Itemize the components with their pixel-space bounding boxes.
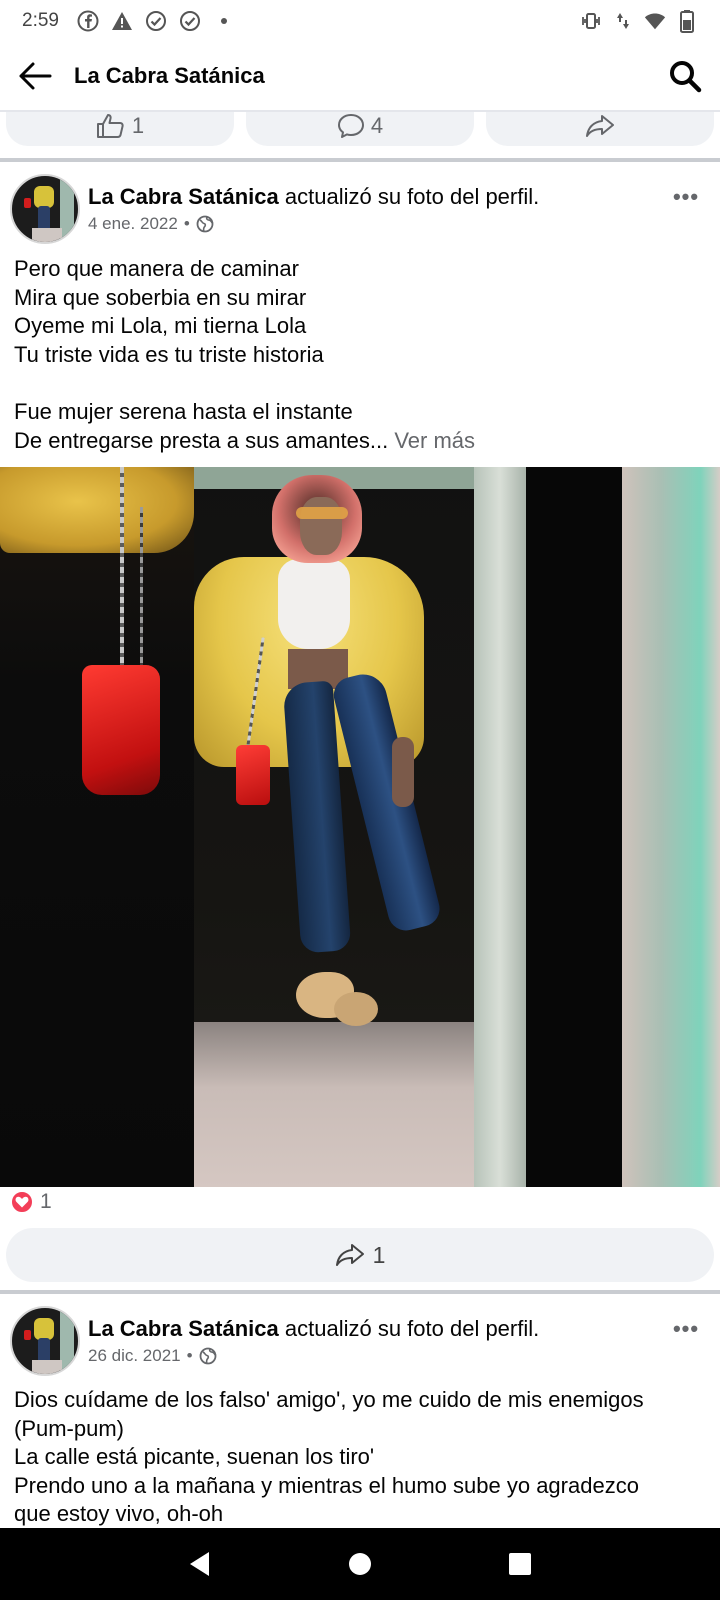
share-button[interactable]: 1 bbox=[6, 1228, 714, 1282]
post-title-line: La Cabra Satánica actualizó su foto del … bbox=[88, 1316, 539, 1342]
battery-icon bbox=[676, 10, 698, 33]
nav-home-button[interactable] bbox=[330, 1534, 390, 1594]
post-meta: La Cabra Satánica actualizó su foto del … bbox=[88, 174, 539, 234]
avatar[interactable] bbox=[10, 174, 80, 244]
post-text-line: La calle está picante, suenan los tiro' bbox=[14, 1444, 375, 1470]
post-header: La Cabra Satánica actualizó su foto del … bbox=[0, 1306, 720, 1382]
post-text-last-line: De entregarse presta a sus amantes... Ve… bbox=[14, 427, 708, 456]
share-count: 1 bbox=[372, 1241, 386, 1268]
comment-button[interactable]: 4 bbox=[246, 112, 474, 146]
back-arrow-icon bbox=[19, 62, 52, 90]
post-text-line: Pero que manera de caminar bbox=[14, 256, 299, 281]
notification-icons bbox=[77, 10, 235, 32]
comment-count: 4 bbox=[370, 113, 384, 138]
globe-icon bbox=[196, 215, 214, 233]
post-text-line: Tu triste vida es tu triste historia bbox=[14, 341, 324, 367]
comment-icon bbox=[337, 114, 364, 138]
search-icon bbox=[670, 61, 702, 93]
post-header: La Cabra Satánica actualizó su foto del … bbox=[0, 174, 720, 250]
reaction-summary[interactable]: 1 bbox=[10, 1190, 52, 1214]
thumbs-up-icon bbox=[96, 114, 124, 138]
post-text-line: Prendo uno a la mañana y mientras el hum… bbox=[14, 1472, 639, 1498]
share-button[interactable] bbox=[486, 112, 714, 146]
share-icon bbox=[586, 115, 614, 137]
post-date[interactable]: 4 ene. 2022 bbox=[88, 214, 178, 234]
recents-nav-icon bbox=[509, 1553, 531, 1575]
post-divider bbox=[0, 158, 720, 162]
more-options-button[interactable]: ••• bbox=[666, 1314, 706, 1344]
nav-back-button[interactable] bbox=[170, 1534, 230, 1594]
globe-icon bbox=[199, 1347, 216, 1365]
post-text-line: Mira que soberbia en su mirar bbox=[14, 284, 307, 310]
post-text-line: (Pum-pum) bbox=[14, 1415, 125, 1441]
share-icon bbox=[335, 1244, 364, 1266]
post-date[interactable]: 26 dic. 2021 bbox=[88, 1346, 181, 1366]
post-text-line: Dios cuídame de los falso' amigo', yo me… bbox=[14, 1387, 644, 1412]
post-text-line: Fue mujer serena hasta el instante bbox=[14, 398, 353, 424]
previous-post-actions: 1 4 bbox=[0, 112, 720, 152]
post-text: Pero que manera de caminar Mira que sobe… bbox=[14, 255, 708, 455]
post-text-blank-line bbox=[14, 369, 708, 398]
check-circle-icon bbox=[179, 10, 201, 32]
facebook-icon bbox=[77, 10, 99, 32]
post-photo[interactable] bbox=[0, 467, 720, 1187]
love-reaction-icon bbox=[10, 1190, 34, 1214]
check-circle-icon bbox=[145, 10, 167, 32]
see-more-link[interactable]: Ver más bbox=[394, 428, 475, 453]
separator-dot: • bbox=[183, 214, 190, 233]
post-action-text: actualizó su foto del perfil. bbox=[284, 1316, 540, 1341]
reaction-count: 1 bbox=[40, 1190, 52, 1213]
post-subline: 4 ene. 2022 • bbox=[88, 214, 539, 234]
separator-dot: • bbox=[186, 1346, 193, 1365]
status-bar: 2:59 bbox=[0, 0, 720, 42]
post-title-line: La Cabra Satánica actualizó su foto del … bbox=[88, 184, 539, 210]
status-time: 2:59 bbox=[22, 10, 59, 31]
post-subline: 26 dic. 2021 • bbox=[88, 1346, 539, 1366]
post-text-line: Oyeme mi Lola, mi tierna Lola bbox=[14, 313, 307, 339]
back-nav-icon bbox=[190, 1552, 209, 1576]
post-author[interactable]: La Cabra Satánica bbox=[88, 1316, 279, 1341]
back-button[interactable] bbox=[0, 41, 70, 111]
nav-recents-button[interactable] bbox=[490, 1534, 550, 1594]
post-action-text: actualizó su foto del perfil. bbox=[284, 184, 540, 209]
home-nav-icon bbox=[349, 1553, 371, 1575]
app-bar: La Cabra Satánica bbox=[0, 42, 720, 112]
more-options-button[interactable]: ••• bbox=[666, 182, 706, 212]
like-count: 1 bbox=[131, 113, 145, 138]
system-icons bbox=[580, 10, 698, 33]
data-arrows-icon bbox=[612, 10, 634, 32]
vibrate-icon bbox=[580, 10, 602, 32]
dot-icon bbox=[213, 10, 235, 32]
avatar[interactable] bbox=[10, 1306, 80, 1376]
page-title: La Cabra Satánica bbox=[74, 63, 265, 88]
wifi-icon bbox=[644, 10, 666, 32]
post-divider bbox=[0, 1290, 720, 1294]
post-text-line: que estoy vivo, oh-oh bbox=[14, 1501, 224, 1527]
post-text-line: De entregarse presta a sus amantes... bbox=[14, 427, 389, 453]
search-button[interactable] bbox=[650, 41, 720, 111]
post-meta: La Cabra Satánica actualizó su foto del … bbox=[88, 1306, 539, 1366]
system-nav-bar bbox=[0, 1528, 720, 1600]
like-button[interactable]: 1 bbox=[6, 112, 234, 146]
post-author[interactable]: La Cabra Satánica bbox=[88, 184, 279, 209]
post-text: Dios cuídame de los falso' amigo', yo me… bbox=[14, 1386, 708, 1529]
warning-icon bbox=[111, 10, 133, 32]
